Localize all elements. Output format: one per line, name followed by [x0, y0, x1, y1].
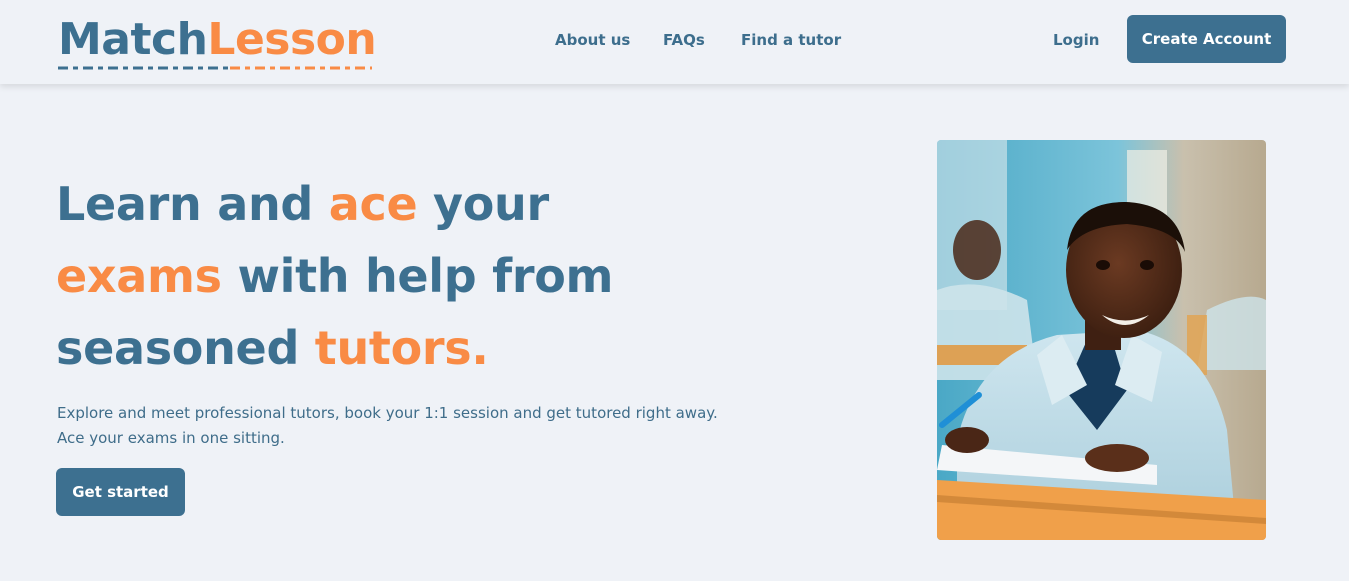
- login-link[interactable]: Login: [1053, 30, 1099, 50]
- nav-find-tutor[interactable]: Find a tutor: [741, 30, 841, 50]
- title-text-1: Learn and: [56, 177, 329, 231]
- logo-underline: [58, 66, 372, 70]
- student-photo-illustration: [937, 140, 1266, 540]
- brand-logo-part2: Lesson: [207, 14, 377, 65]
- site-header: MatchLesson About us FAQs Find a tutor L…: [0, 0, 1349, 84]
- hero-title: Learn and ace your exams with help from …: [56, 168, 696, 384]
- title-highlight-exams: exams: [56, 249, 222, 303]
- create-account-button[interactable]: Create Account: [1127, 15, 1286, 63]
- brand-logo-part1: Match: [58, 14, 208, 65]
- hero-image: [937, 140, 1266, 540]
- title-highlight-tutors: tutors.: [314, 321, 489, 375]
- get-started-button[interactable]: Get started: [56, 468, 185, 516]
- hero-subtitle: Explore and meet professional tutors, bo…: [57, 404, 718, 447]
- title-highlight-ace: ace: [328, 177, 418, 231]
- title-text-2: your: [417, 177, 549, 231]
- nav-faqs[interactable]: FAQs: [663, 30, 705, 50]
- brand-logo[interactable]: MatchLesson: [58, 14, 377, 66]
- nav-about-us[interactable]: About us: [555, 30, 630, 50]
